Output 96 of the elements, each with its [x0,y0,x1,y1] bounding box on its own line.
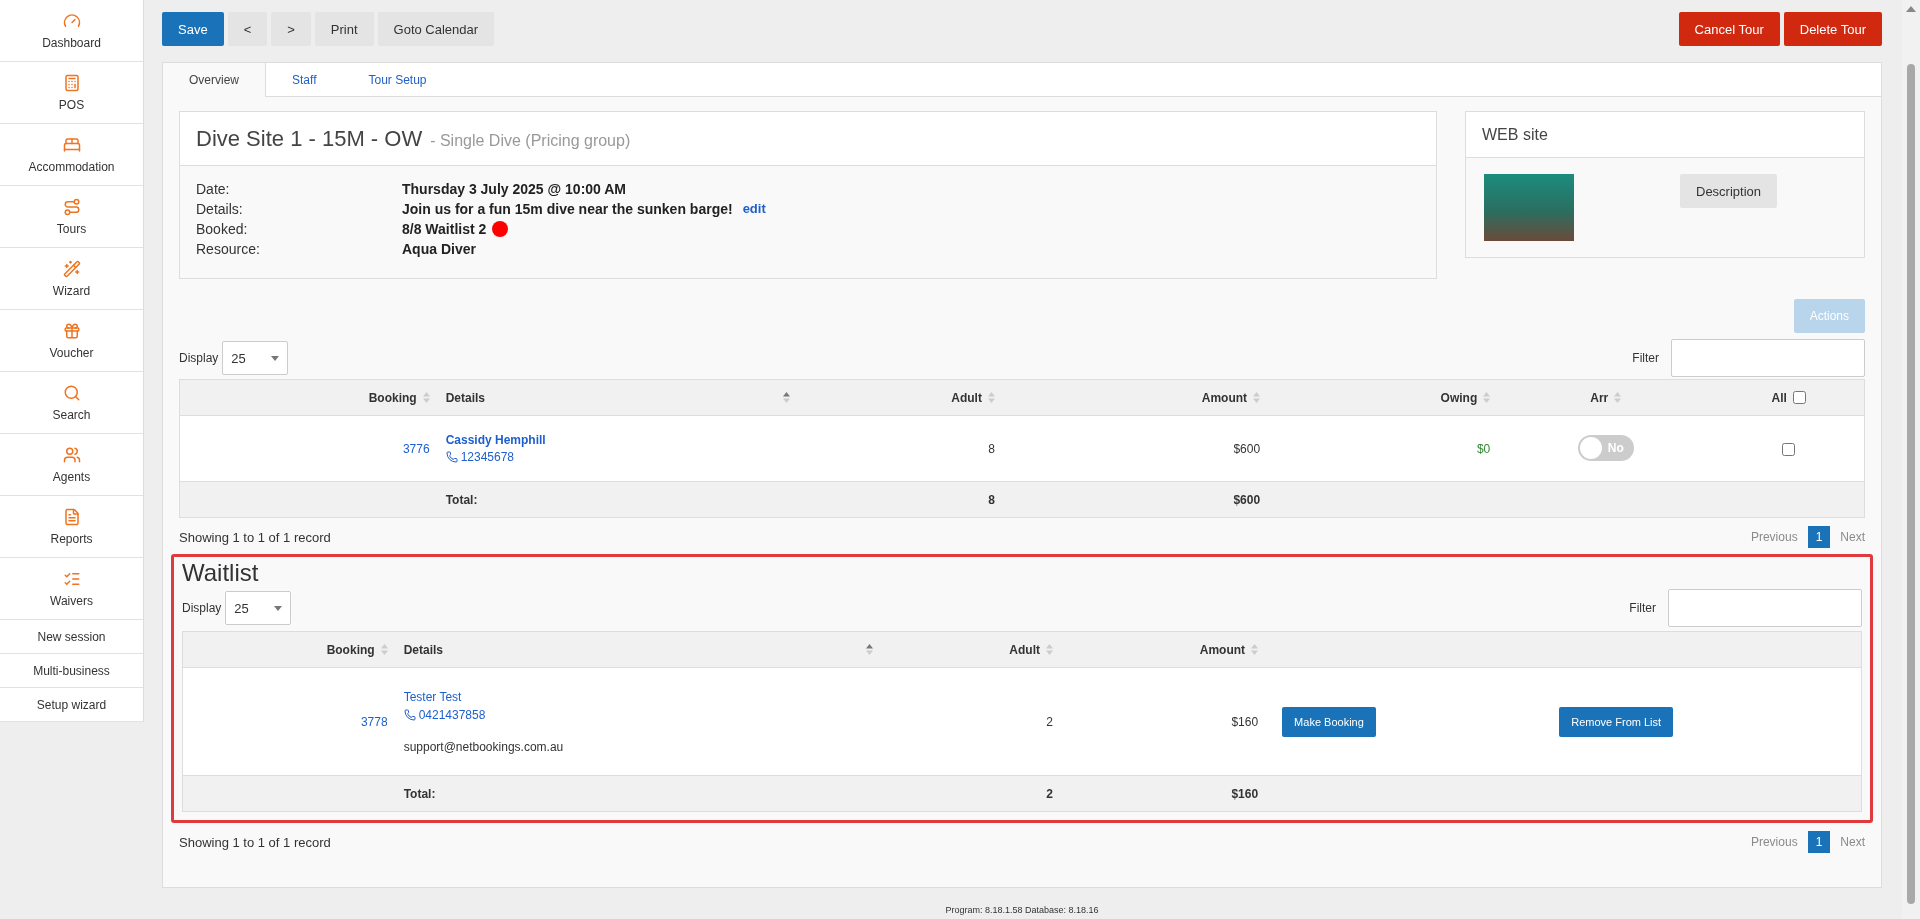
phone-link[interactable]: 0421437858 [403,707,873,722]
field-value: Join us for a fun 15m dive near the sunken barge! [402,200,733,218]
table-cell: 2 [1046,714,1053,729]
column-header[interactable]: Adult [1009,642,1040,657]
email-text: support@netbookings.com.au [403,739,565,754]
customer-link[interactable]: Tester Test [403,689,873,704]
customer-link[interactable]: Cassidy Hemphill [445,433,790,447]
sidebar-item[interactable]: Accommodation [0,124,143,186]
toolbar-button[interactable]: Cancel Tour [1678,12,1780,46]
gift-icon [62,321,81,340]
page-size-select[interactable]: 25 [222,341,289,375]
total-label: Total: [445,492,478,507]
sidebar-item[interactable]: Tours [0,186,143,248]
filter-label: Filter [1629,601,1656,615]
total-cell: $160 [1231,786,1259,801]
edit-link[interactable]: edit [742,200,766,218]
toolbar-button[interactable]: Delete Tour [1783,12,1882,46]
total-cell: 2 [1046,786,1053,801]
waitlist-action-button[interactable]: Make Booking [1282,706,1376,737]
field-label: Details: [196,200,244,218]
phone-icon [445,451,458,463]
description-button[interactable]: Description [1680,174,1778,208]
record-count: Showing 1 to 1 of 1 record [179,529,331,545]
waitlist-action-button[interactable]: Remove From List [1559,706,1674,737]
page-size-select[interactable]: 25 [225,591,292,625]
column-header[interactable]: Booking [368,390,417,405]
tab[interactable]: Tour Setup [342,63,453,96]
table-cell: $0 [1476,441,1491,456]
field-value: Aqua Diver [402,240,476,258]
page-link[interactable]: 1 [1807,526,1831,548]
record-count: Showing 1 to 1 of 1 record [179,834,331,850]
select-all-checkbox[interactable] [1792,391,1806,404]
total-label: Total: [403,786,436,801]
column-header[interactable]: Arr [1590,390,1609,405]
search-icon [62,383,81,402]
column-header: All [1771,390,1787,405]
page-link[interactable]: 1 [1807,831,1831,853]
table-cell: $160 [1231,714,1259,729]
display-label: Display [179,351,219,365]
filter-label: Filter [1632,351,1659,365]
version-text: Program: 8.18.1.58 Database: 8.18.16 [944,905,1100,917]
field-label: Date: [196,180,231,198]
toolbar-button[interactable]: > [271,12,311,46]
filter-field[interactable] [1671,339,1865,377]
magic-wand-icon [62,259,81,278]
tab[interactable]: Staff [266,63,343,96]
sidebar-item[interactable]: Dashboard [0,0,143,62]
sidebar-item[interactable]: Voucher [0,310,143,372]
sidebar-item[interactable]: Waivers [0,558,143,620]
row-checkbox[interactable] [1782,442,1796,456]
column-header[interactable]: Details [403,642,443,657]
route-icon [62,197,81,216]
tour-title: Dive Site 1 - 15M - OW [196,125,423,152]
total-cell: 8 [988,492,995,507]
phone-link[interactable]: 12345678 [445,450,790,464]
toolbar-button[interactable]: Save [162,12,224,46]
sidebar-item[interactable]: Agents [0,434,143,496]
filter-field[interactable] [1668,589,1862,627]
field-value: Thursday 3 July 2025 @ 10:00 AM [402,180,626,198]
register-icon [62,73,81,92]
phone-icon [403,708,416,721]
column-header[interactable]: Amount [1201,390,1248,405]
tour-subtitle: - Single Dive (Pricing group) [430,131,631,150]
bed-icon [62,135,81,154]
column-header[interactable]: Owing [1440,390,1478,405]
card-title: WEB site [1482,125,1548,144]
sidebar-item[interactable]: New session [0,620,143,654]
field-label: Booked: [196,220,249,238]
field-label: Resource: [196,240,261,258]
sort-icon[interactable] [782,392,790,403]
column-header[interactable]: Amount [1199,642,1246,657]
toolbar-button[interactable]: Goto Calendar [377,12,495,46]
sidebar-item[interactable]: Setup wizard [0,688,143,722]
toolbar-button[interactable]: Print [314,12,374,46]
total-cell: $600 [1233,492,1261,507]
gauge-icon [62,11,81,30]
field-value: 8/8 Waitlist 2 [402,220,487,238]
booking-link[interactable]: 3778 [360,714,388,729]
column-header[interactable]: Adult [951,390,982,405]
toolbar-button[interactable]: < [227,12,268,46]
table-cell: $600 [1233,441,1261,456]
sidebar-item[interactable]: Wizard [0,248,143,310]
column-header[interactable]: Details [445,390,485,405]
column-header[interactable]: Booking [326,642,375,657]
section-title: Waitlist [182,559,259,586]
tab[interactable]: Overview [163,63,266,97]
display-label: Display [182,601,222,615]
sort-icon[interactable] [865,644,873,655]
sidebar-item[interactable]: POS [0,62,143,124]
sidebar-item[interactable]: Multi-business [0,654,143,688]
booking-link[interactable]: 3776 [402,441,430,456]
document-icon [62,507,81,526]
users-icon [62,445,81,464]
sidebar-item[interactable]: Search [0,372,143,434]
sidebar-item[interactable]: Reports [0,496,143,558]
table-cell: 8 [988,441,995,456]
